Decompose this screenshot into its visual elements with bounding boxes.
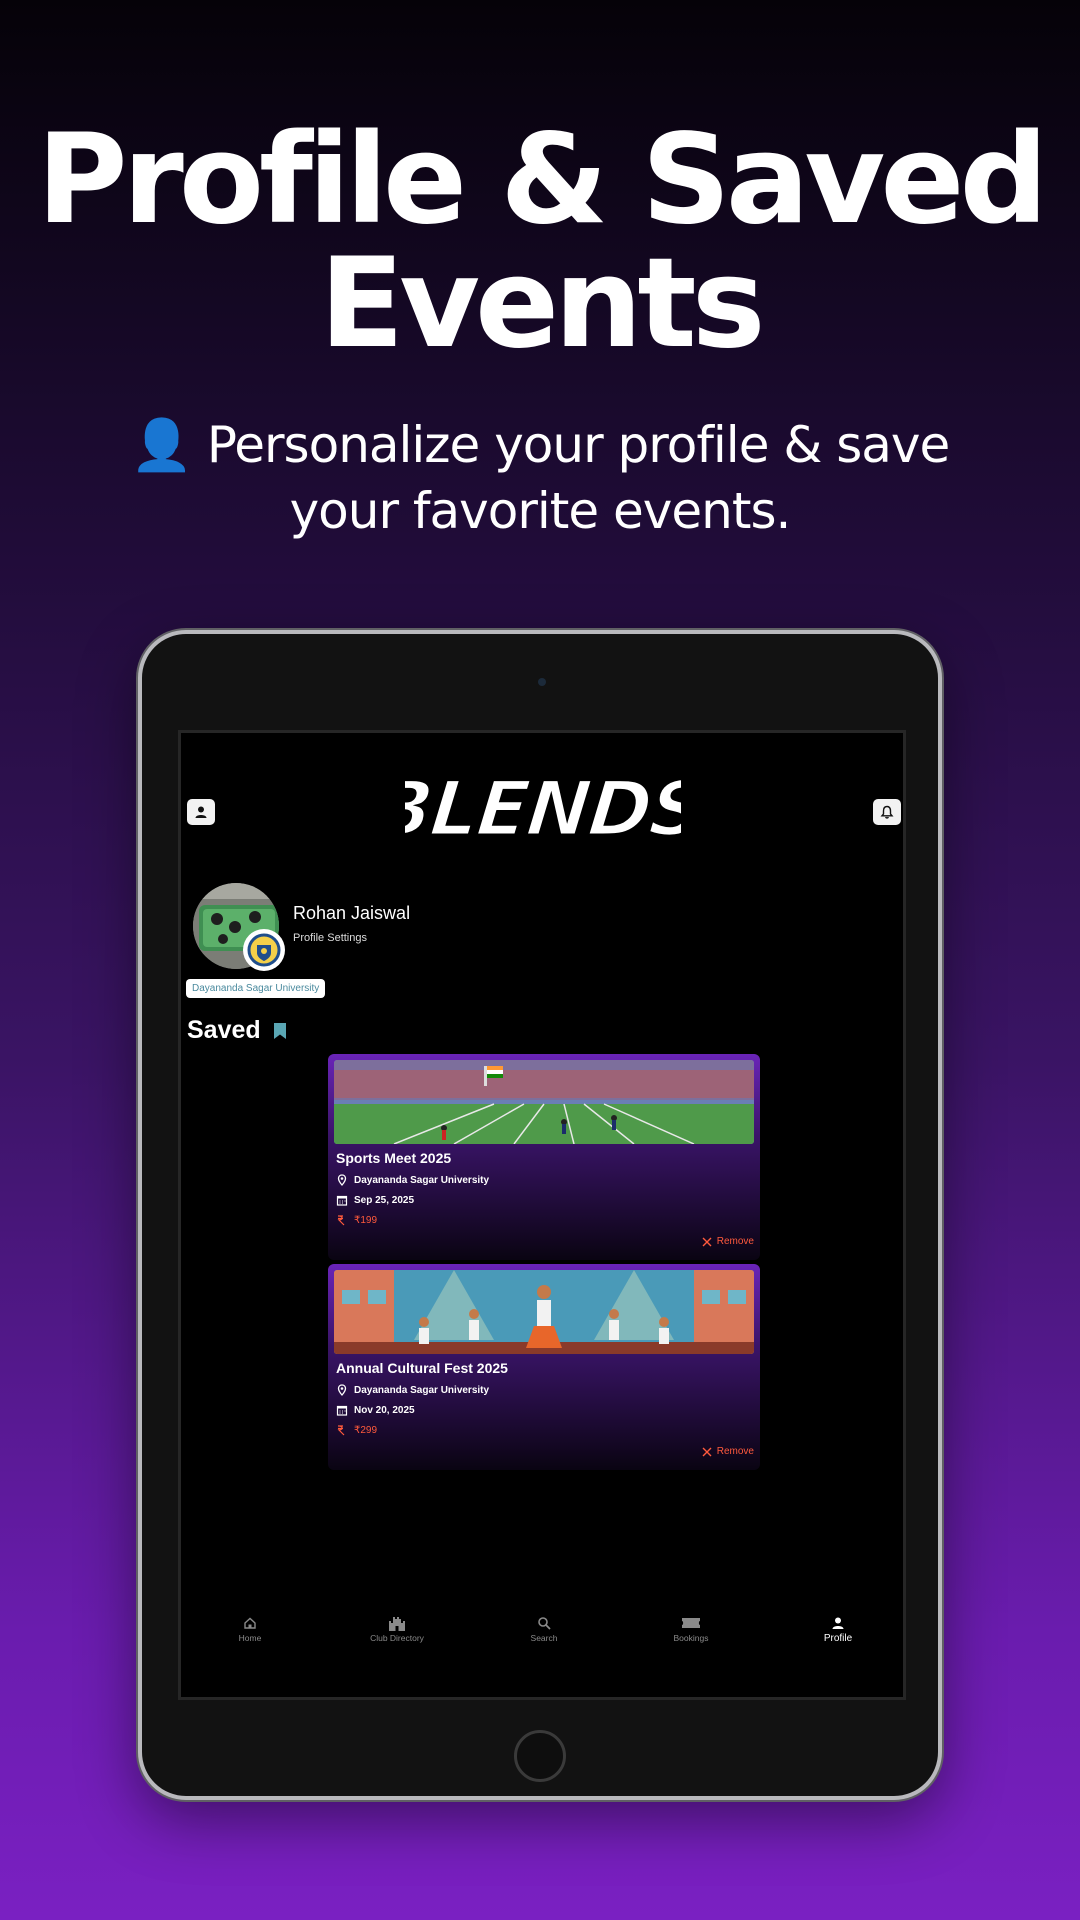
remove-saved-button[interactable]: Remove <box>702 1446 754 1457</box>
bell-icon <box>880 805 894 819</box>
saved-heading-label: Saved <box>187 1016 261 1044</box>
nav-label: Club Directory <box>370 1633 424 1643</box>
profile-menu-button[interactable] <box>187 799 215 825</box>
university-badge <box>243 929 285 971</box>
nav-item-club-directory[interactable]: Club Directory <box>347 1613 447 1643</box>
event-title: Annual Cultural Fest 2025 <box>336 1360 508 1376</box>
event-price: ₹299 <box>354 1424 378 1436</box>
event-location-row: Dayananda Sagar University <box>336 1174 489 1186</box>
tablet-home-button <box>514 1730 566 1782</box>
price-tag-icon <box>337 1215 345 1226</box>
saved-event-card[interactable]: Sports Meet 2025 Dayananda Sagar Univers… <box>328 1054 760 1260</box>
person-icon <box>195 806 207 818</box>
user-name: Rohan Jaiswal <box>293 903 411 923</box>
event-location-row: Dayananda Sagar University <box>336 1384 489 1396</box>
hero-title-line1: Profile & Saved <box>36 108 1048 252</box>
location-pin-icon <box>337 1174 347 1186</box>
saved-heading: Saved <box>187 1016 287 1045</box>
nav-item-bookings[interactable]: Bookings <box>641 1613 741 1643</box>
search-icon <box>538 1617 551 1630</box>
event-location: Dayananda Sagar University <box>354 1174 490 1186</box>
nav-item-search[interactable]: Search <box>494 1613 594 1643</box>
castle-icon <box>389 1617 405 1631</box>
hero-subtitle-line1: 👤 Personalize your profile & save <box>130 416 951 474</box>
event-price: ₹199 <box>354 1214 378 1226</box>
event-date: Nov 20, 2025 <box>354 1404 415 1416</box>
home-icon <box>244 1617 256 1629</box>
app-screen: BLENDS Rohan Jaiswal Profile Settings Da… <box>178 730 906 1700</box>
bookmark-icon <box>273 1022 286 1039</box>
event-title: Sports Meet 2025 <box>336 1150 452 1166</box>
hero-title: Profile & Saved Events <box>0 118 1080 366</box>
hero-title-line2: Events <box>319 232 766 376</box>
person-icon <box>832 1617 844 1629</box>
location-pin-icon <box>337 1384 347 1396</box>
hero-subtitle-line2: your favorite events. <box>289 482 792 540</box>
event-image-sports <box>334 1060 754 1144</box>
nav-label: Search <box>530 1633 558 1643</box>
remove-label: Remove <box>716 1446 754 1457</box>
nav-item-profile[interactable]: Profile <box>788 1613 888 1644</box>
remove-label: Remove <box>716 1236 754 1247</box>
saved-event-card[interactable]: Annual Cultural Fest 2025 Dayananda Saga… <box>328 1264 760 1470</box>
remove-saved-button[interactable]: Remove <box>702 1236 754 1247</box>
bottom-nav: Home Club Directory Search Bookings Prof… <box>181 1613 903 1663</box>
profile-settings-link[interactable]: Profile Settings <box>293 932 367 944</box>
event-date: Sep 25, 2025 <box>354 1194 415 1206</box>
event-date-row: Sep 25, 2025 <box>336 1194 414 1206</box>
camera-dot <box>538 678 546 686</box>
university-chip: Dayananda Sagar University <box>186 979 326 998</box>
nav-item-home[interactable]: Home <box>200 1613 300 1643</box>
close-icon <box>702 1447 712 1456</box>
tablet-frame: BLENDS Rohan Jaiswal Profile Settings Da… <box>138 630 942 1800</box>
nav-label: Bookings <box>673 1633 709 1643</box>
university-crest-icon <box>247 933 281 967</box>
event-image-cultural <box>334 1270 754 1354</box>
event-price-row: ₹199 <box>336 1214 377 1226</box>
logo-text: BLENDS <box>405 769 681 853</box>
price-tag-icon <box>337 1425 345 1436</box>
hero-subtitle: 👤 Personalize your profile & save your f… <box>60 412 1020 544</box>
app-logo: BLENDS <box>369 763 709 855</box>
event-price-row: ₹299 <box>336 1424 377 1436</box>
nav-label: Home <box>238 1633 262 1643</box>
notifications-button[interactable] <box>873 799 901 825</box>
calendar-icon <box>336 1405 348 1416</box>
ticket-icon <box>682 1618 700 1628</box>
event-location: Dayananda Sagar University <box>354 1384 490 1396</box>
event-date-row: Nov 20, 2025 <box>336 1404 415 1416</box>
close-icon <box>702 1237 712 1246</box>
nav-label: Profile <box>823 1633 853 1644</box>
calendar-icon <box>336 1195 348 1206</box>
